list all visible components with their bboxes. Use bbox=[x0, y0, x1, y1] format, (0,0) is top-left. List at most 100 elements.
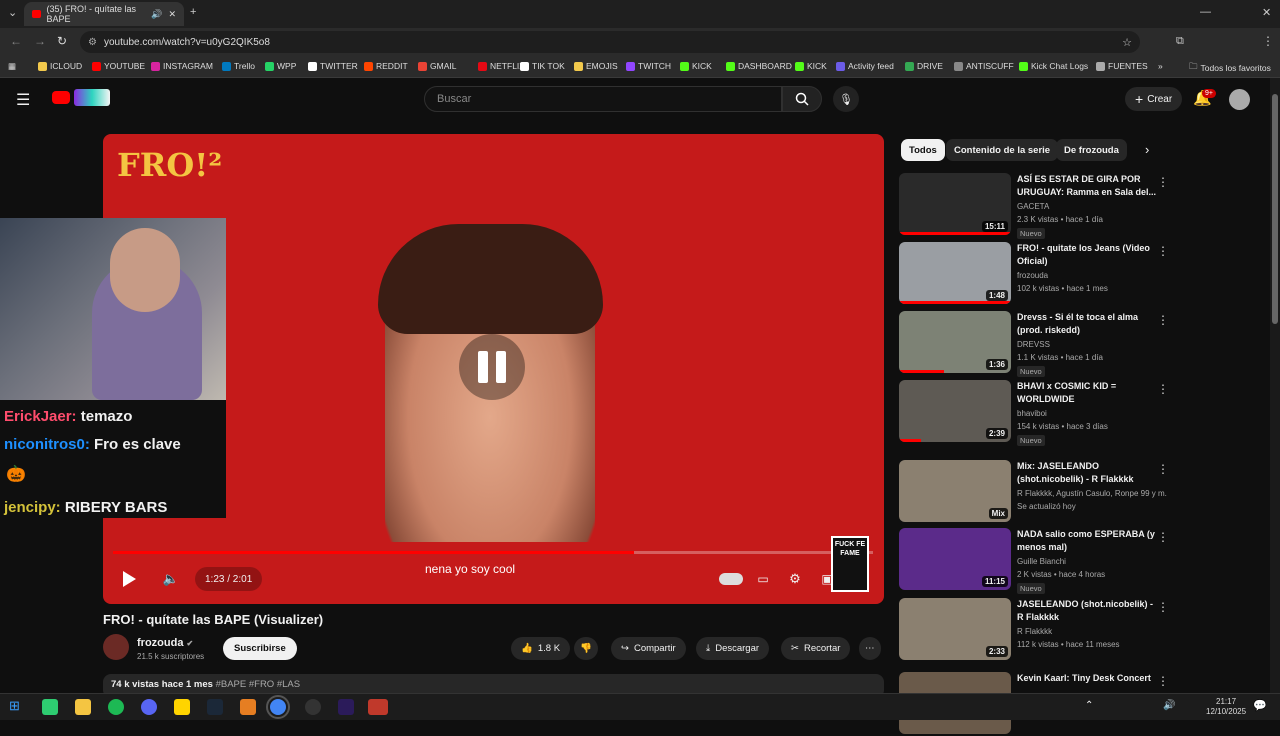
bookmark-item[interactable]: YOUTUBE bbox=[92, 61, 145, 71]
recommended-video[interactable]: 2:39 BHAVI x COSMIC KID = WORLDWIDE bhavib… bbox=[899, 380, 1179, 446]
youtube-logo-icon[interactable] bbox=[52, 91, 70, 104]
video-thumbnail[interactable]: 1:36 bbox=[899, 311, 1011, 373]
filter-chip[interactable]: Contenido de la serie bbox=[946, 139, 1059, 161]
progress-bar[interactable] bbox=[113, 551, 873, 554]
bookmark-item[interactable]: Activity feed bbox=[836, 61, 894, 71]
app-icon[interactable] bbox=[368, 699, 388, 715]
like-button[interactable]: 👍 1.8 K bbox=[511, 637, 571, 660]
video-thumbnail[interactable]: 2:33 bbox=[899, 598, 1011, 660]
sticky-notes-icon[interactable] bbox=[174, 699, 190, 715]
bookmark-item[interactable]: EMOJIS bbox=[574, 61, 618, 71]
search-button[interactable] bbox=[782, 86, 822, 112]
notification-center-icon[interactable]: 💬 bbox=[1253, 699, 1267, 712]
back-icon[interactable]: ← bbox=[10, 34, 22, 48]
bookmark-item[interactable]: INSTAGRAM bbox=[151, 61, 213, 71]
pause-overlay-icon[interactable] bbox=[459, 334, 525, 400]
bookmark-item[interactable]: ICLOUD bbox=[38, 61, 82, 71]
volume-tray-icon[interactable]: 🔊 bbox=[1163, 700, 1175, 711]
volume-button[interactable]: 🔈 bbox=[159, 567, 183, 591]
minimize-icon[interactable]: — bbox=[1200, 6, 1211, 18]
tab-search-icon[interactable]: ⌄ bbox=[8, 6, 17, 19]
account-avatar[interactable] bbox=[1229, 89, 1250, 110]
more-options-icon[interactable]: ⋮ bbox=[1157, 462, 1169, 476]
video-thumbnail[interactable]: Mix bbox=[899, 460, 1011, 522]
search-input[interactable]: Buscar bbox=[424, 86, 782, 112]
windows-start-icon[interactable]: ⊞ bbox=[9, 698, 20, 714]
video-thumbnail[interactable]: 1:48 bbox=[899, 242, 1011, 304]
site-info-icon[interactable]: ⚙ bbox=[88, 37, 97, 48]
filter-chip[interactable]: De frozouda bbox=[1056, 139, 1127, 161]
share-button[interactable]: ↪ Compartir bbox=[611, 637, 686, 660]
spotify-icon[interactable] bbox=[108, 699, 124, 715]
more-options-icon[interactable]: ⋮ bbox=[1157, 382, 1169, 396]
chrome-icon[interactable] bbox=[266, 695, 290, 719]
recommended-video[interactable]: 15:11 ASÍ ES ESTAR DE GIRA POR URUGUAY: R… bbox=[899, 173, 1179, 239]
clip-button[interactable]: ✂ Recortar bbox=[781, 637, 851, 660]
app-icon[interactable] bbox=[42, 699, 58, 715]
bookmark-item[interactable]: FUENTES bbox=[1096, 61, 1148, 71]
bookmark-item[interactable]: ANTISCUFF bbox=[954, 61, 1014, 71]
bookmark-item[interactable]: Kick Chat Logs bbox=[1019, 61, 1088, 71]
autoplay-toggle[interactable] bbox=[719, 573, 743, 585]
create-button[interactable]: + Crear bbox=[1125, 87, 1183, 111]
bookmark-item[interactable]: KICK bbox=[680, 61, 712, 71]
more-options-icon[interactable]: ⋮ bbox=[1157, 674, 1169, 688]
url-field[interactable]: ⚙ youtube.com/watch?v=u0yG2QIK5o8 ☆ bbox=[80, 31, 1140, 53]
video-thumbnail[interactable]: 2:39 bbox=[899, 380, 1011, 442]
bookmark-item[interactable]: KICK bbox=[795, 61, 827, 71]
tray-expand-icon[interactable]: ⌃ bbox=[1085, 700, 1093, 711]
more-options-icon[interactable]: ⋮ bbox=[1157, 530, 1169, 544]
chips-next-icon[interactable]: › bbox=[1145, 142, 1149, 157]
bookmark-item[interactable]: Trello bbox=[222, 61, 255, 71]
more-options-icon[interactable]: ⋮ bbox=[1157, 600, 1169, 614]
bookmark-star-icon[interactable]: ☆ bbox=[1122, 36, 1132, 49]
tab-close-icon[interactable]: ✕ bbox=[168, 9, 176, 20]
channel-name[interactable]: frozouda ✔ bbox=[137, 637, 193, 649]
hashtags[interactable]: #BAPE #FRO #LAS bbox=[216, 679, 300, 690]
obs-icon[interactable] bbox=[305, 699, 321, 715]
app-icon[interactable] bbox=[240, 699, 256, 715]
reload-icon[interactable]: ↻ bbox=[57, 34, 67, 48]
play-button[interactable] bbox=[117, 567, 141, 591]
more-options-icon[interactable]: ⋮ bbox=[1157, 175, 1169, 189]
new-tab-icon[interactable]: + bbox=[190, 6, 196, 18]
bookmark-item[interactable]: TWITCH bbox=[626, 61, 671, 71]
file-explorer-icon[interactable] bbox=[75, 699, 91, 715]
recommended-video[interactable]: 11:15 NADA salio como ESPERABA (y menos m… bbox=[899, 528, 1179, 594]
subtitles-button[interactable]: ▭ bbox=[751, 567, 775, 591]
dislike-button[interactable]: 👎 bbox=[574, 637, 598, 660]
menu-hamburger-icon[interactable]: ☰ bbox=[16, 90, 30, 110]
bookmark-item[interactable]: GMAIL bbox=[418, 61, 456, 71]
bookmark-item[interactable]: TIK TOK bbox=[520, 61, 565, 71]
recommended-video[interactable]: 2:33 JASELEANDO (shot.nicobelik) - R Flak… bbox=[899, 598, 1179, 662]
more-options-icon[interactable]: ⋮ bbox=[1157, 313, 1169, 327]
bookmark-item[interactable]: TWITTER bbox=[308, 61, 358, 71]
tab-audio-icon[interactable]: 🔊 bbox=[151, 9, 162, 20]
premiere-icon[interactable] bbox=[338, 699, 354, 715]
more-bookmarks-icon[interactable]: » bbox=[1158, 61, 1163, 71]
filter-chip[interactable]: Todos bbox=[901, 139, 945, 161]
apps-grid-icon[interactable]: ▦ bbox=[8, 61, 16, 72]
subscribe-button[interactable]: Suscribirse bbox=[223, 637, 297, 660]
settings-button[interactable]: ⚙ bbox=[783, 567, 807, 591]
bookmark-item[interactable]: NETFLIX bbox=[478, 61, 525, 71]
extensions-icon[interactable]: ⧉ bbox=[1176, 35, 1184, 48]
video-thumbnail[interactable]: 11:15 bbox=[899, 528, 1011, 590]
more-options-icon[interactable]: ⋮ bbox=[1157, 244, 1169, 258]
steam-icon[interactable] bbox=[207, 699, 223, 715]
recommended-video[interactable]: 1:36 Drevss - Si él te toca el alma (prod… bbox=[899, 311, 1179, 377]
video-thumbnail[interactable]: 15:11 bbox=[899, 173, 1011, 235]
page-scrollbar[interactable] bbox=[1270, 78, 1280, 693]
clock[interactable]: 21:17 12/10/2025 bbox=[1206, 697, 1246, 717]
recommended-video[interactable]: Mix Mix: JASELEANDO (shot.nicobelik) - R … bbox=[899, 460, 1179, 524]
browser-menu-icon[interactable]: ⋮ bbox=[1262, 34, 1274, 48]
all-bookmarks-folder[interactable]: 🗀 Todos los favoritos bbox=[1189, 61, 1271, 75]
recommended-video[interactable]: 1:48 FRO! - quitate los Jeans (Video Ofic… bbox=[899, 242, 1179, 306]
bookmark-item[interactable]: WPP bbox=[265, 61, 296, 71]
close-window-icon[interactable]: ✕ bbox=[1262, 6, 1271, 19]
download-button[interactable]: ⤓ Descargar bbox=[696, 637, 770, 660]
bookmark-item[interactable]: REDDIT bbox=[364, 61, 408, 71]
discord-icon[interactable] bbox=[141, 699, 157, 715]
bookmark-item[interactable]: DRIVE bbox=[905, 61, 943, 71]
more-actions-button[interactable]: ⋯ bbox=[859, 637, 881, 660]
